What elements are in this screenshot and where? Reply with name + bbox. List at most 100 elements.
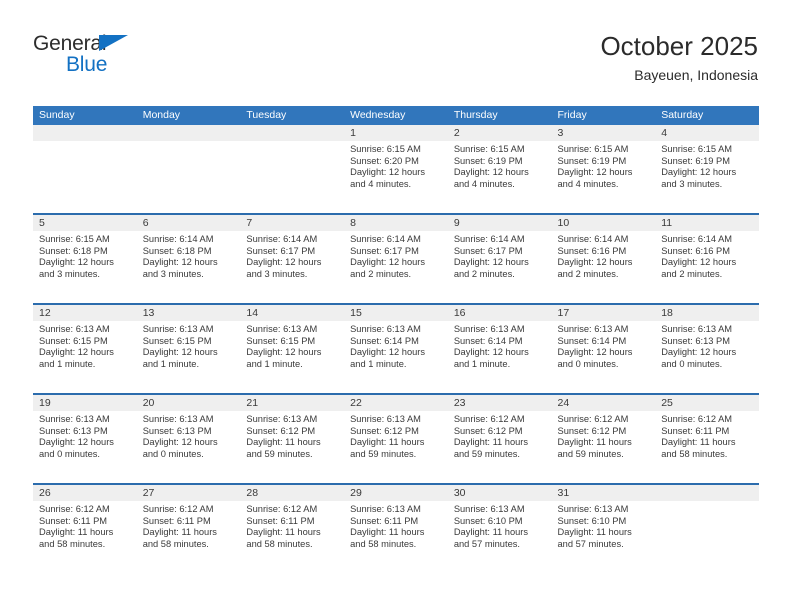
calendar-day-cell[interactable]: 26 Sunrise: 6:12 AM Sunset: 6:11 PM Dayligh…	[33, 483, 137, 573]
sunrise-text: Sunrise: 6:13 AM	[557, 324, 629, 334]
day-number: 31	[551, 485, 656, 501]
calendar-day-cell[interactable]: 10 Sunrise: 6:14 AM Sunset: 6:16 PM Dayligh…	[551, 213, 656, 304]
calendar-day-cell[interactable]: 22 Sunrise: 6:13 AM Sunset: 6:12 PM Dayligh…	[344, 393, 448, 484]
day-number: 15	[344, 305, 448, 321]
location-subtitle: Bayeuen, Indonesia	[634, 67, 758, 83]
sunset-text: Sunset: 6:18 PM	[39, 245, 108, 256]
day-info: Sunrise: 6:14 AM Sunset: 6:16 PM Daylight:…	[552, 231, 656, 280]
calendar-day-cell[interactable]: 16 Sunrise: 6:13 AM Sunset: 6:14 PM Dayligh…	[447, 303, 552, 394]
calendar-day-cell[interactable]: 31 Sunrise: 6:13 AM Sunset: 6:10 PM Dayligh…	[551, 483, 656, 573]
daylight-text: Daylight: 12 hours and 0 minutes.	[142, 437, 218, 459]
day-info: Sunrise: 6:13 AM Sunset: 6:13 PM Daylight:…	[137, 411, 241, 460]
calendar-day-cell[interactable]: 21 Sunrise: 6:13 AM Sunset: 6:12 PM Dayligh…	[240, 393, 345, 484]
sunset-text: Sunset: 6:16 PM	[661, 245, 730, 256]
sunrise-text: Sunrise: 6:13 AM	[350, 414, 421, 424]
calendar-day-cell[interactable]: 28 Sunrise: 6:12 AM Sunset: 6:11 PM Dayligh…	[240, 483, 345, 573]
day-number: 28	[240, 485, 345, 501]
daylight-text: Daylight: 12 hours and 1 minute.	[142, 347, 218, 369]
daylight-text: Daylight: 12 hours and 3 minutes.	[246, 257, 322, 279]
day-info: Sunrise: 6:13 AM Sunset: 6:10 PM Daylight:…	[448, 501, 552, 550]
daylight-text: Daylight: 11 hours and 58 minutes.	[350, 527, 425, 549]
calendar-day-cell[interactable]: 19 Sunrise: 6:13 AM Sunset: 6:13 PM Dayligh…	[33, 393, 137, 484]
daylight-text: Daylight: 12 hours and 1 minute.	[246, 347, 322, 369]
sunset-text: Sunset: 6:12 PM	[557, 425, 627, 436]
day-info: Sunrise: 6:13 AM Sunset: 6:12 PM Daylight:…	[240, 411, 344, 460]
calendar-day-cell[interactable]: 27 Sunrise: 6:12 AM Sunset: 6:11 PM Dayligh…	[136, 483, 241, 573]
calendar-week-row: 19 Sunrise: 6:13 AM Sunset: 6:13 PM Dayligh…	[33, 393, 759, 484]
sunrise-text: Sunrise: 6:12 AM	[661, 414, 733, 424]
calendar-day-cell[interactable]: 30 Sunrise: 6:13 AM Sunset: 6:10 PM Dayligh…	[447, 483, 552, 573]
calendar-table: Sunday Monday Tuesday Wednesday Thursday…	[33, 106, 759, 573]
day-info: Sunrise: 6:13 AM Sunset: 6:15 PM Daylight:…	[33, 321, 137, 370]
day-info: Sunrise: 6:14 AM Sunset: 6:16 PM Daylight:…	[655, 231, 759, 280]
day-info: Sunrise: 6:15 AM Sunset: 6:18 PM Daylight:…	[33, 231, 137, 280]
day-info: Sunrise: 6:13 AM Sunset: 6:12 PM Daylight:…	[344, 411, 448, 460]
sunset-text: Sunset: 6:14 PM	[453, 335, 523, 346]
day-info: Sunrise: 6:14 AM Sunset: 6:18 PM Daylight:…	[137, 231, 241, 280]
calendar-day-cell[interactable]: 9 Sunrise: 6:14 AM Sunset: 6:17 PM Daylight…	[447, 213, 552, 304]
calendar-day-cell[interactable]: 29 Sunrise: 6:13 AM Sunset: 6:11 PM Dayligh…	[344, 483, 448, 573]
day-number: 12	[33, 305, 137, 321]
calendar-day-cell[interactable]: 14 Sunrise: 6:13 AM Sunset: 6:15 PM Dayligh…	[240, 303, 345, 394]
daylight-text: Daylight: 12 hours and 4 minutes.	[453, 167, 529, 189]
calendar-day-cell[interactable]: 17 Sunrise: 6:13 AM Sunset: 6:14 PM Dayligh…	[551, 303, 656, 394]
sunrise-text: Sunrise: 6:13 AM	[142, 414, 214, 424]
sunrise-text: Sunrise: 6:13 AM	[246, 414, 318, 424]
calendar-day-cell[interactable]: 8 Sunrise: 6:14 AM Sunset: 6:17 PM Daylight…	[344, 213, 448, 304]
day-info: Sunrise: 6:14 AM Sunset: 6:17 PM Daylight:…	[448, 231, 552, 280]
calendar-day-cell[interactable]: 6 Sunrise: 6:14 AM Sunset: 6:18 PM Daylight…	[136, 213, 241, 304]
calendar-day-cell[interactable]: 2 Sunrise: 6:15 AM Sunset: 6:19 PM Daylight…	[447, 125, 552, 214]
sunset-text: Sunset: 6:15 PM	[142, 335, 212, 346]
calendar-day-cell[interactable]: 11 Sunrise: 6:14 AM Sunset: 6:16 PM Dayligh…	[655, 213, 759, 304]
sunrise-text: Sunrise: 6:15 AM	[453, 144, 525, 154]
day-number	[33, 125, 137, 141]
day-number: 13	[136, 305, 241, 321]
calendar-day-cell[interactable]: 7 Sunrise: 6:14 AM Sunset: 6:17 PM Daylight…	[240, 213, 345, 304]
page-header: General Blue October 2025 Bayeuen, Indon…	[0, 0, 792, 83]
sunrise-text: Sunrise: 6:13 AM	[39, 414, 110, 424]
calendar-day-cell[interactable]: 20 Sunrise: 6:13 AM Sunset: 6:13 PM Dayligh…	[136, 393, 241, 484]
day-number: 2	[447, 125, 552, 141]
calendar-day-cell[interactable]: 24 Sunrise: 6:12 AM Sunset: 6:12 PM Dayligh…	[551, 393, 656, 484]
day-info: Sunrise: 6:13 AM Sunset: 6:13 PM Daylight:…	[655, 321, 759, 370]
daylight-text: Daylight: 12 hours and 3 minutes.	[39, 257, 114, 279]
sunset-text: Sunset: 6:12 PM	[246, 425, 316, 436]
sunrise-text: Sunrise: 6:13 AM	[142, 324, 214, 334]
calendar-day-cell-empty	[136, 125, 241, 214]
day-number: 27	[136, 485, 241, 501]
weekday-header-monday: Monday	[136, 106, 241, 125]
calendar-day-cell[interactable]: 5 Sunrise: 6:15 AM Sunset: 6:18 PM Daylight…	[33, 213, 137, 304]
general-blue-logo[interactable]: General Blue	[33, 33, 128, 75]
day-number: 8	[344, 215, 448, 231]
calendar-day-cell[interactable]: 13 Sunrise: 6:13 AM Sunset: 6:15 PM Dayligh…	[136, 303, 241, 394]
daylight-text: Daylight: 11 hours and 58 minutes.	[661, 437, 736, 459]
calendar-day-cell[interactable]: 4 Sunrise: 6:15 AM Sunset: 6:19 PM Daylight…	[655, 125, 759, 214]
sunset-text: Sunset: 6:13 PM	[142, 425, 212, 436]
calendar-day-cell[interactable]: 12 Sunrise: 6:13 AM Sunset: 6:15 PM Dayligh…	[33, 303, 137, 394]
calendar-day-cell[interactable]: 25 Sunrise: 6:12 AM Sunset: 6:11 PM Dayligh…	[655, 393, 759, 484]
day-info: Sunrise: 6:13 AM Sunset: 6:14 PM Daylight:…	[448, 321, 552, 370]
calendar-day-cell[interactable]: 15 Sunrise: 6:13 AM Sunset: 6:14 PM Dayligh…	[344, 303, 448, 394]
sunrise-text: Sunrise: 6:13 AM	[39, 324, 110, 334]
day-number: 4	[655, 125, 759, 141]
sunset-text: Sunset: 6:19 PM	[661, 155, 730, 166]
day-number: 7	[240, 215, 345, 231]
calendar-day-cell[interactable]: 3 Sunrise: 6:15 AM Sunset: 6:19 PM Daylight…	[551, 125, 656, 214]
sunset-text: Sunset: 6:11 PM	[39, 515, 108, 526]
day-number: 3	[551, 125, 656, 141]
daylight-text: Daylight: 12 hours and 1 minute.	[350, 347, 426, 369]
sunset-text: Sunset: 6:10 PM	[453, 515, 523, 526]
sunset-text: Sunset: 6:17 PM	[350, 245, 419, 256]
calendar-day-cell[interactable]: 23 Sunrise: 6:12 AM Sunset: 6:12 PM Dayligh…	[447, 393, 552, 484]
day-info: Sunrise: 6:14 AM Sunset: 6:17 PM Daylight:…	[240, 231, 344, 280]
day-number: 26	[33, 485, 137, 501]
daylight-text: Daylight: 11 hours and 58 minutes.	[39, 527, 114, 549]
day-number: 14	[240, 305, 345, 321]
daylight-text: Daylight: 12 hours and 2 minutes.	[661, 257, 737, 279]
sunrise-text: Sunrise: 6:15 AM	[39, 234, 110, 244]
calendar-day-cell[interactable]: 1 Sunrise: 6:15 AM Sunset: 6:20 PM Daylight…	[344, 125, 448, 214]
weekday-header-sunday: Sunday	[33, 106, 137, 125]
day-info: Sunrise: 6:13 AM Sunset: 6:15 PM Daylight:…	[137, 321, 241, 370]
day-number	[655, 485, 759, 501]
calendar-day-cell[interactable]: 18 Sunrise: 6:13 AM Sunset: 6:13 PM Dayligh…	[655, 303, 759, 394]
